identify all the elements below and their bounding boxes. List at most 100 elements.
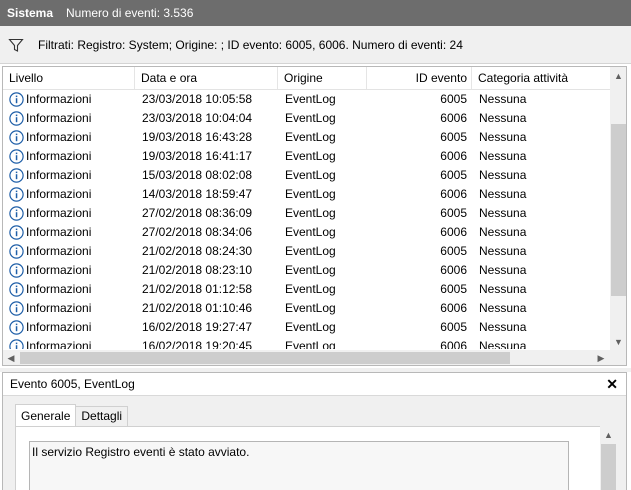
general-tab-panel: Il servizio Registro eventi è stato avvi…: [15, 426, 609, 490]
event-id-cell: 6006: [440, 263, 467, 277]
level-label: Informazioni: [26, 263, 92, 277]
level-cell: Informazioni: [9, 147, 135, 166]
detail-scroll-thumb[interactable]: [601, 444, 616, 490]
info-icon: [9, 339, 24, 349]
scroll-up-icon[interactable]: ▲: [610, 67, 626, 84]
source-cell: EventLog: [285, 244, 336, 258]
event-id-cell: 6005: [440, 320, 467, 334]
table-row[interactable]: Informazioni 27/02/2018 08:34:06 EventLog 6…: [3, 223, 610, 242]
events-table: Livello Data e ora Origine ID evento Cat…: [2, 66, 627, 366]
level-cell: Informazioni: [9, 261, 135, 280]
info-icon: [9, 111, 24, 126]
scroll-down-icon[interactable]: ▼: [610, 333, 626, 350]
info-icon: [9, 225, 24, 240]
table-row[interactable]: Informazioni 27/02/2018 08:36:09 EventLog 6…: [3, 204, 610, 223]
level-label: Informazioni: [26, 225, 92, 239]
date-cell: 16/02/2018 19:27:47: [142, 320, 253, 334]
event-count: Numero di eventi: 3.536: [66, 6, 194, 20]
date-cell: 21/02/2018 08:23:10: [142, 263, 253, 277]
level-cell: Informazioni: [9, 185, 135, 204]
table-row[interactable]: Informazioni 15/03/2018 08:02:08 EventLog 6…: [3, 166, 610, 185]
level-label: Informazioni: [26, 168, 92, 182]
level-cell: Informazioni: [9, 204, 135, 223]
category-cell: Nessuna: [479, 301, 527, 315]
table-row[interactable]: Informazioni 23/03/2018 10:05:58 EventLog 6…: [3, 90, 610, 109]
source-cell: EventLog: [285, 225, 336, 239]
category-cell: Nessuna: [479, 168, 527, 182]
detail-tabs: Generale Dettagli: [15, 404, 129, 426]
info-icon: [9, 263, 24, 278]
source-cell: EventLog: [285, 301, 336, 315]
level-cell: Informazioni: [9, 128, 135, 147]
table-row[interactable]: Informazioni 14/03/2018 18:59:47 EventLog 6…: [3, 185, 610, 204]
level-cell: Informazioni: [9, 280, 135, 299]
event-id-cell: 6006: [440, 111, 467, 125]
info-icon: [9, 168, 24, 183]
scroll-right-icon[interactable]: ▶: [593, 350, 609, 365]
level-label: Informazioni: [26, 301, 92, 315]
category-cell: Nessuna: [479, 92, 527, 106]
horizontal-scrollbar[interactable]: ◀ ▶: [3, 350, 610, 365]
date-cell: 23/03/2018 10:04:04: [142, 111, 253, 125]
table-row[interactable]: Informazioni 19/03/2018 16:41:17 EventLog 6…: [3, 147, 610, 166]
scroll-up-icon[interactable]: ▲: [600, 426, 617, 443]
info-icon: [9, 244, 24, 259]
date-cell: 27/02/2018 08:34:06: [142, 225, 253, 239]
table-header: Livello Data e ora Origine ID evento Cat…: [3, 67, 610, 90]
table-row[interactable]: Informazioni 21/02/2018 01:12:58 EventLog 6…: [3, 280, 610, 299]
tab-generale[interactable]: Generale: [15, 404, 77, 426]
detail-scrollbar[interactable]: ▲: [600, 426, 617, 490]
tab-dettagli[interactable]: Dettagli: [75, 406, 129, 426]
source-cell: EventLog: [285, 111, 336, 125]
category-cell: Nessuna: [479, 339, 527, 349]
info-icon: [9, 206, 24, 221]
table-row[interactable]: Informazioni 21/02/2018 08:23:10 EventLog 6…: [3, 261, 610, 280]
info-icon: [9, 320, 24, 335]
category-cell: Nessuna: [479, 111, 527, 125]
close-icon[interactable]: ✕: [606, 376, 618, 393]
date-cell: 14/03/2018 18:59:47: [142, 187, 253, 201]
category-cell: Nessuna: [479, 206, 527, 220]
category-cell: Nessuna: [479, 225, 527, 239]
date-cell: 21/02/2018 01:10:46: [142, 301, 253, 315]
column-header-source[interactable]: Origine: [278, 67, 367, 89]
info-icon: [9, 149, 24, 164]
filter-description: Filtrati: Registro: System; Origine: ; I…: [38, 37, 463, 52]
vertical-scrollbar[interactable]: ▲ ▼: [610, 67, 626, 350]
horizontal-scroll-thumb[interactable]: [20, 352, 510, 364]
info-icon: [9, 92, 24, 107]
scroll-left-icon[interactable]: ◀: [3, 350, 19, 365]
table-row[interactable]: Informazioni 16/02/2018 19:27:47 EventLog 6…: [3, 318, 610, 337]
event-message-box[interactable]: Il servizio Registro eventi è stato avvi…: [29, 441, 569, 490]
table-row[interactable]: Informazioni 21/02/2018 08:24:30 EventLog 6…: [3, 242, 610, 261]
source-cell: EventLog: [285, 187, 336, 201]
category-cell: Nessuna: [479, 263, 527, 277]
column-header-category[interactable]: Categoria attività: [472, 67, 610, 89]
date-cell: 21/02/2018 08:24:30: [142, 244, 253, 258]
column-header-event-id[interactable]: ID evento: [367, 67, 472, 89]
event-detail-pane: Evento 6005, EventLog ✕ Generale Dettagl…: [2, 372, 627, 490]
date-cell: 19/03/2018 16:43:28: [142, 130, 253, 144]
table-row[interactable]: Informazioni 19/03/2018 16:43:28 EventLog 6…: [3, 128, 610, 147]
column-header-level[interactable]: Livello: [3, 67, 135, 89]
scroll-corner: [610, 350, 626, 365]
filter-bar: Filtrati: Registro: System; Origine: ; I…: [0, 26, 631, 64]
source-cell: EventLog: [285, 263, 336, 277]
source-cell: EventLog: [285, 282, 336, 296]
source-cell: EventLog: [285, 92, 336, 106]
level-label: Informazioni: [26, 92, 92, 106]
vertical-scroll-thumb[interactable]: [611, 124, 626, 296]
table-row[interactable]: Informazioni 21/02/2018 01:10:46 EventLog 6…: [3, 299, 610, 318]
table-row[interactable]: Informazioni 16/02/2018 19:20:45 EventLog 6…: [3, 337, 610, 349]
column-header-date[interactable]: Data e ora: [135, 67, 278, 89]
category-cell: Nessuna: [479, 244, 527, 258]
event-id-cell: 6006: [440, 225, 467, 239]
level-label: Informazioni: [26, 206, 92, 220]
level-label: Informazioni: [26, 320, 92, 334]
event-id-cell: 6005: [440, 282, 467, 296]
info-icon: [9, 187, 24, 202]
date-cell: 23/03/2018 10:05:58: [142, 92, 253, 106]
category-cell: Nessuna: [479, 149, 527, 163]
level-label: Informazioni: [26, 339, 92, 349]
table-row[interactable]: Informazioni 23/03/2018 10:04:04 EventLog 6…: [3, 109, 610, 128]
